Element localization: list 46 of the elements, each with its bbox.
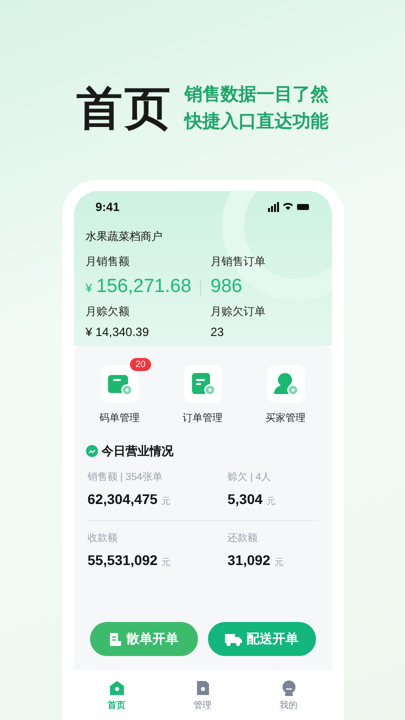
summary-label: 月赊欠订单 (210, 304, 266, 318)
user-icon (280, 680, 296, 696)
shortcut-label: 码单管理 (100, 412, 140, 426)
hero-title: 首页 (76, 80, 172, 136)
status-time: 9:41 (96, 199, 120, 216)
shortcut-button[interactable] (266, 364, 304, 402)
unit-label: 元 (162, 494, 171, 508)
shortcut-label: 买家管理 (266, 412, 306, 426)
status-icons (268, 202, 310, 212)
merchant-name: 水果蔬菜档商户 (86, 230, 164, 245)
stat-value: 31,092 (228, 550, 270, 570)
shortcut-label: 订单管理 (182, 412, 222, 426)
unit-label: 元 (266, 494, 276, 508)
tab-item[interactable]: 管理 (178, 680, 228, 720)
summary-label: 月赊欠额 (86, 304, 130, 318)
summary-value: ¥ 14,340.39 (86, 324, 150, 340)
summary-value: 156,271.68 (96, 274, 192, 298)
order-button[interactable]: 配送开单 (208, 622, 316, 656)
unit-label: 元 (274, 556, 284, 568)
tab-item[interactable]: 我的 (264, 680, 314, 720)
tab-item[interactable]: 首页 (92, 680, 142, 720)
count-badge: 20 (130, 358, 150, 370)
summary-label: 月销售额 (86, 254, 130, 268)
truck-icon (224, 632, 242, 646)
currency-symbol: ¥ (86, 280, 92, 296)
shortcut-button[interactable] (184, 364, 222, 402)
people-icon (272, 372, 298, 396)
hero-subtitle: 销售数据一目了然 (184, 82, 328, 106)
home-icon (108, 680, 124, 696)
stat-value: 5,304 (228, 490, 263, 508)
stat-value: 62,304,475 (88, 490, 158, 508)
stat-label: 销售额 | 354张单 (88, 470, 164, 484)
receipt-icon (108, 632, 122, 646)
summary-value: 23 (210, 324, 225, 340)
stat-label: 还款额 (228, 532, 258, 546)
summary-value: 986 (210, 274, 242, 298)
section-title: 今日营业情况 (102, 442, 174, 460)
order-button[interactable]: 散单开单 (90, 622, 198, 656)
summary-label: 月销售订单 (210, 254, 266, 268)
folder-icon (190, 372, 216, 396)
stat-label: 收款额 (88, 532, 118, 546)
hero-subtitle: 快捷入口直达功能 (184, 110, 328, 134)
unit-label: 元 (162, 556, 171, 568)
stat-value: 55,531,092 (88, 550, 158, 570)
trend-icon (86, 444, 98, 456)
stat-label: 赊欠 | 4人 (228, 470, 272, 484)
